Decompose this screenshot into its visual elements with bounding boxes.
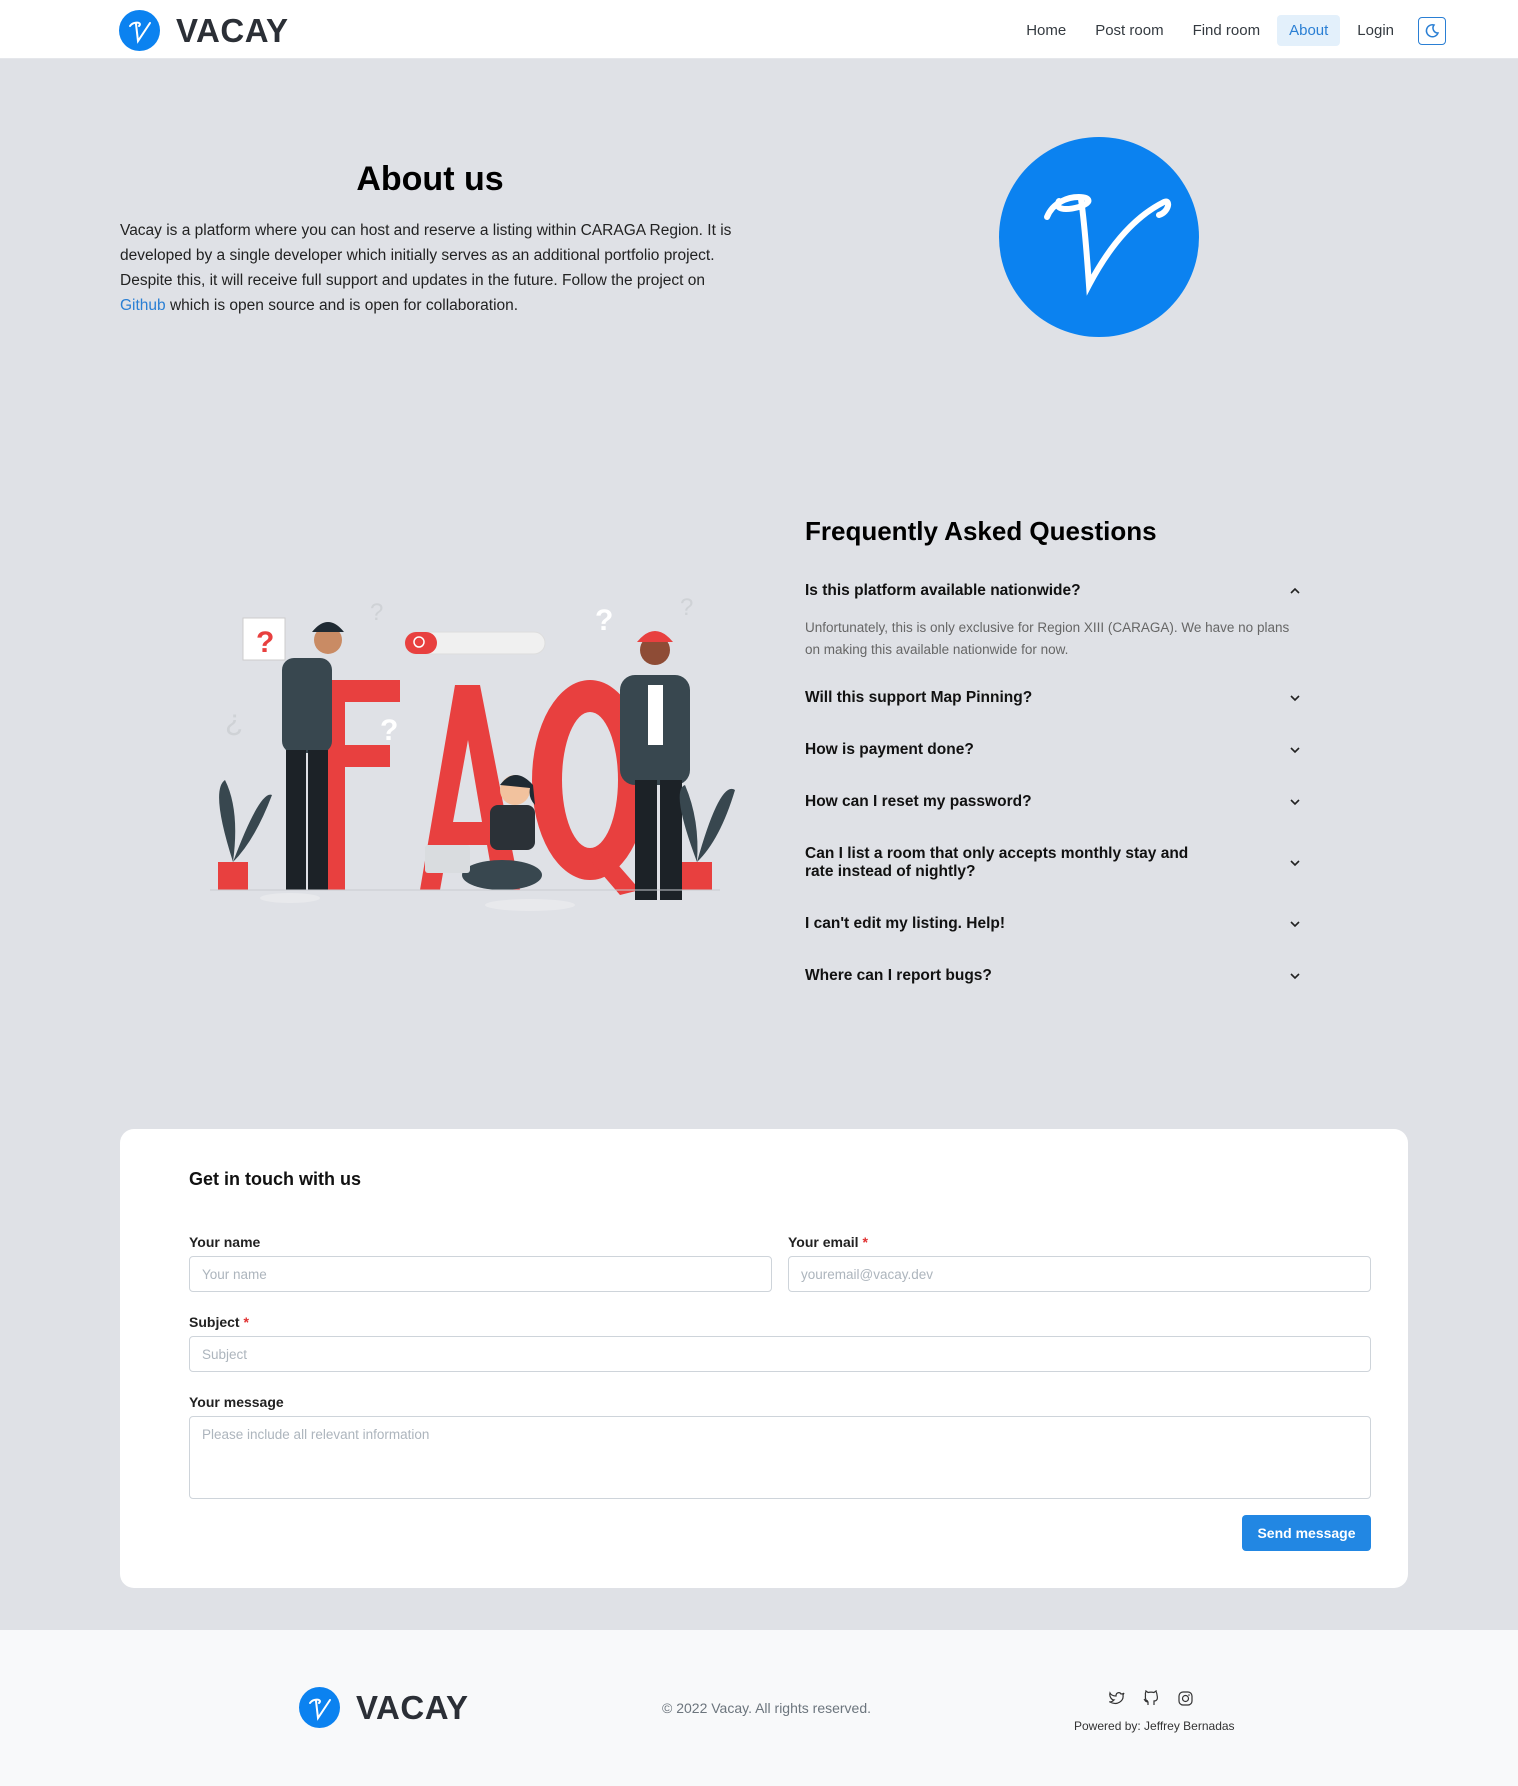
vacay-logo-icon: [299, 1687, 340, 1728]
faq-question[interactable]: Where can I report bugs?: [805, 957, 1305, 995]
faq-question-text: How is payment done?: [805, 741, 974, 758]
about-text-part: which is open source and is open for col…: [165, 297, 519, 314]
required-mark: *: [243, 1314, 249, 1330]
github-link[interactable]: Github: [120, 297, 166, 314]
faq-question-text: Can I list a room that only accepts mont…: [805, 845, 1189, 880]
footer-brand-name: VACAY: [356, 1688, 469, 1726]
email-label-text: Your email: [788, 1234, 859, 1250]
about-title: About us: [356, 160, 504, 198]
faq-item: How is payment done?: [805, 731, 1305, 769]
message-textarea[interactable]: [189, 1416, 1371, 1499]
faq-question[interactable]: Can I list a room that only accepts mont…: [805, 835, 1305, 891]
name-label: Your name: [189, 1234, 260, 1250]
faq-question-text: Will this support Map Pinning?: [805, 689, 1033, 706]
nav-find-room[interactable]: Find room: [1181, 15, 1273, 46]
faq-item: Will this support Map Pinning?: [805, 679, 1305, 717]
brand-name: VACAY: [176, 11, 289, 49]
faq-accordion: Is this platform available nationwide? U…: [805, 572, 1305, 995]
chevron-up-icon: [1290, 587, 1300, 594]
required-mark: *: [862, 1234, 868, 1250]
faq-question-text: Is this platform available nationwide?: [805, 582, 1081, 599]
moon-icon: [1425, 23, 1440, 37]
faq-item: How can I reset my password?: [805, 783, 1305, 821]
powered-by-text: Powered by: Jeffrey Bernadas: [1074, 1719, 1235, 1733]
faq-item: Can I list a room that only accepts mont…: [805, 835, 1305, 891]
svg-text:?: ?: [595, 604, 613, 637]
faq-item: Is this platform available nationwide? U…: [805, 572, 1305, 675]
faq-question-text: How can I reset my password?: [805, 793, 1032, 810]
instagram-icon[interactable]: [1175, 1688, 1195, 1708]
subject-label: Subject *: [189, 1314, 249, 1330]
chevron-down-icon: [1290, 799, 1300, 806]
send-message-button[interactable]: Send message: [1242, 1515, 1371, 1551]
svg-text:?: ?: [680, 594, 693, 621]
contact-card: Get in touch with us Your name Your emai…: [120, 1129, 1408, 1588]
vacay-large-logo-icon: [999, 137, 1199, 337]
faq-question[interactable]: How can I reset my password?: [805, 783, 1305, 821]
svg-text:¿: ¿: [225, 704, 243, 737]
name-label-text: Your name: [189, 1234, 261, 1250]
nav-about[interactable]: About: [1277, 15, 1341, 46]
email-input[interactable]: [788, 1256, 1371, 1292]
message-label-text: Your message: [189, 1394, 284, 1410]
chevron-down-icon: [1290, 747, 1300, 754]
footer-brand[interactable]: VACAY: [299, 1687, 469, 1728]
main-nav: Home Post room Find room About Login: [1009, 15, 1446, 46]
social-links: [1100, 1688, 1202, 1708]
theme-toggle-button[interactable]: [1418, 16, 1446, 45]
twitter-icon[interactable]: [1107, 1688, 1127, 1708]
faq-question[interactable]: I can't edit my listing. Help!: [805, 905, 1305, 943]
chevron-down-icon: [1290, 973, 1300, 980]
faq-illustration: ? ? ? ? ? ¿: [200, 590, 760, 930]
faq-title: Frequently Asked Questions: [805, 516, 1157, 546]
chevron-down-icon: [1290, 695, 1300, 702]
nav-home[interactable]: Home: [1014, 15, 1078, 46]
nav-post-room[interactable]: Post room: [1083, 15, 1175, 46]
chevron-down-icon: [1290, 921, 1300, 928]
faq-question[interactable]: Will this support Map Pinning?: [805, 679, 1305, 717]
chevron-down-icon: [1290, 860, 1300, 867]
faq-answer: Unfortunately, this is only exclusive fo…: [805, 620, 1290, 657]
copyright-text: © 2022 Vacay. All rights reserved.: [662, 1700, 872, 1716]
svg-text:?: ?: [380, 714, 398, 747]
vacay-logo-icon: [119, 10, 160, 51]
brand[interactable]: VACAY: [119, 10, 289, 51]
svg-text:?: ?: [256, 626, 274, 659]
email-label: Your email *: [788, 1234, 868, 1250]
nav-login[interactable]: Login: [1345, 15, 1406, 46]
about-text-part: Vacay is a platform where you can host a…: [120, 222, 732, 289]
faq-question-text: I can't edit my listing. Help!: [805, 915, 1006, 932]
github-icon[interactable]: [1141, 1688, 1161, 1708]
name-input[interactable]: [189, 1256, 772, 1292]
svg-text:?: ?: [370, 599, 383, 626]
about-description: Vacay is a platform where you can host a…: [120, 218, 750, 318]
faq-item: Where can I report bugs?: [805, 957, 1305, 995]
message-label: Your message: [189, 1394, 284, 1410]
faq-question[interactable]: Is this platform available nationwide?: [805, 572, 1305, 610]
subject-input[interactable]: [189, 1336, 1371, 1372]
faq-item: I can't edit my listing. Help!: [805, 905, 1305, 943]
contact-title: Get in touch with us: [189, 1169, 361, 1189]
subject-label-text: Subject: [189, 1314, 240, 1330]
top-navbar: VACAY Home Post room Find room About Log…: [0, 0, 1518, 59]
faq-question[interactable]: How is payment done?: [805, 731, 1305, 769]
faq-question-text: Where can I report bugs?: [805, 967, 992, 984]
